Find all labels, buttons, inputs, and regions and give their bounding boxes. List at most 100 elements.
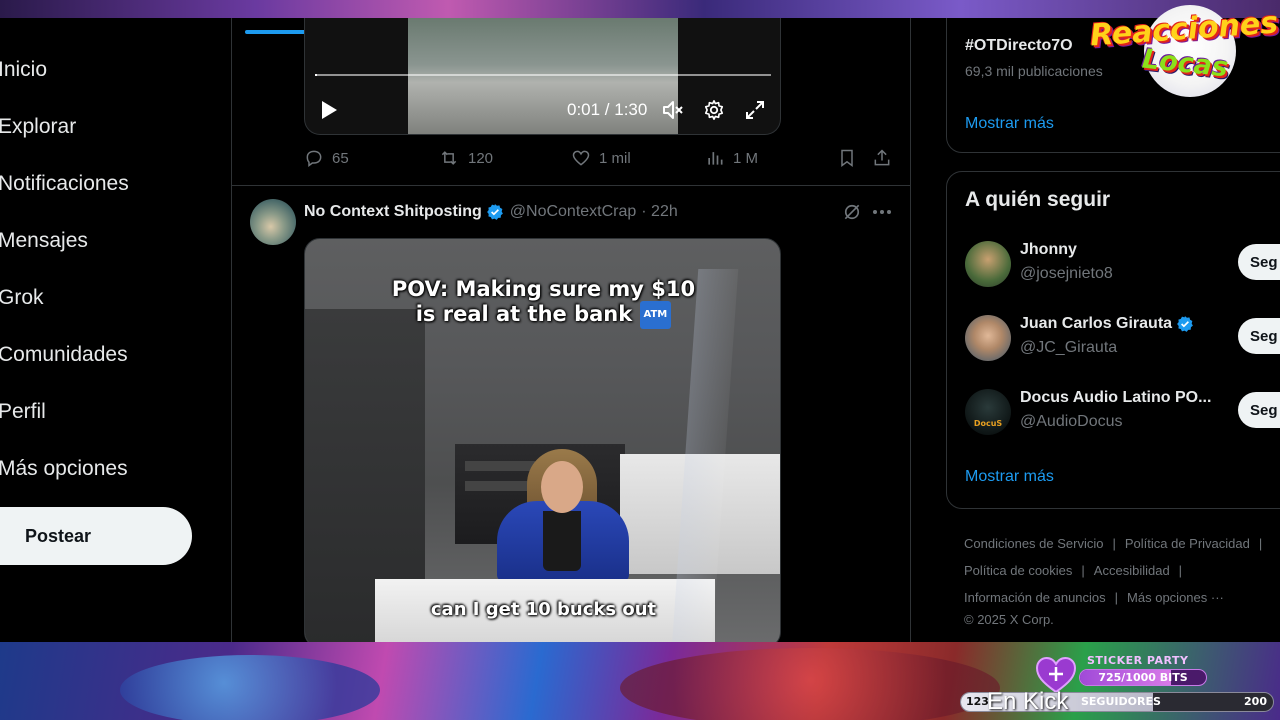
footer-link-privacy[interactable]: Política de Privacidad <box>1125 536 1250 551</box>
footer-links: Condiciones de Servicio | Política de Priv… <box>964 530 1280 629</box>
video-caption-top: POV: Making sure my $10 is real at the b… <box>305 277 780 329</box>
author-name[interactable]: No Context Shitposting <box>304 203 482 221</box>
follow-user-name[interactable]: Docus Audio Latino PO... <box>1020 389 1211 407</box>
caption-line-1: POV: Making sure my $10 <box>391 277 696 301</box>
follow-button[interactable]: Seg <box>1238 244 1280 280</box>
followers-goal: 200 <box>1244 695 1267 708</box>
kick-overlay-text: En Kick <box>987 688 1069 715</box>
avatar[interactable] <box>965 241 1011 287</box>
follow-show-more-link[interactable]: Mostrar más <box>965 468 1054 486</box>
more-options-icon[interactable] <box>871 201 893 223</box>
nav-item-grok[interactable]: Grok <box>0 286 44 310</box>
grok-icon[interactable] <box>841 201 863 223</box>
views-button[interactable]: 1 M <box>705 148 758 168</box>
repost-icon <box>441 151 457 165</box>
avatar[interactable] <box>250 199 296 245</box>
tweet-video[interactable]: POV: Making sure my $10 is real at the b… <box>304 238 781 642</box>
footer-link-terms[interactable]: Condiciones de Servicio <box>964 536 1103 551</box>
avatar[interactable] <box>965 315 1011 361</box>
who-to-follow-card: A quién seguir Jhonny @josejnieto8 Seg J… <box>946 171 1280 509</box>
reply-count: 65 <box>332 149 349 167</box>
atm-emoji-icon: ATM <box>639 301 672 329</box>
nav-item-explorar[interactable]: Explorar <box>0 115 76 139</box>
follow-user-name[interactable]: Jhonny <box>1020 241 1077 259</box>
fullscreen-icon[interactable] <box>743 98 767 122</box>
follow-suggestion[interactable]: DocuS Docus Audio Latino PO... @AudioDoc… <box>965 387 1280 437</box>
tweet-divider <box>232 185 911 186</box>
stream-overlay-art <box>120 655 380 720</box>
footer-separator: | <box>1081 563 1085 578</box>
nav-item-comunidades[interactable]: Comunidades <box>0 343 128 367</box>
video-scene-person-shirt <box>543 511 581 571</box>
tweet-video-player[interactable]: 0:01 / 1:30 <box>304 18 781 135</box>
video-scene-drawer <box>465 481 535 491</box>
share-button[interactable] <box>872 148 892 168</box>
tweet-timestamp[interactable]: · 22h <box>641 203 677 221</box>
like-button[interactable]: 1 mil <box>571 148 631 168</box>
caption-line-2-text: is real at the bank <box>415 302 633 326</box>
trend-name[interactable]: #OTDirecto7O <box>965 37 1073 55</box>
who-to-follow-title: A quién seguir <box>965 188 1111 211</box>
timeline: 0:01 / 1:30 65 120 1 mil 1 M No Context … <box>232 18 911 642</box>
stream-overlay-art <box>620 648 1000 720</box>
nav-item-mensajes[interactable]: Mensajes <box>0 229 88 253</box>
post-button[interactable]: Postear <box>0 507 192 565</box>
trend-post-count: 69,3 mil publicaciones <box>965 63 1103 79</box>
nav-item-inicio[interactable]: Inicio <box>0 58 47 82</box>
mute-icon[interactable] <box>661 98 685 122</box>
bookmark-button[interactable] <box>837 148 857 168</box>
trends-show-more-link[interactable]: Mostrar más <box>965 115 1054 133</box>
views-chart-icon <box>708 152 723 165</box>
bookmark-icon <box>841 149 853 167</box>
settings-gear-icon[interactable] <box>702 98 726 122</box>
follow-button[interactable]: Seg <box>1238 318 1280 354</box>
right-sidebar: #OTDirecto7O 69,3 mil publicaciones Most… <box>946 18 1280 642</box>
sticker-progress-bar: 725/1000 BITS <box>1079 669 1207 686</box>
follow-suggestion[interactable]: Juan Carlos Girauta @JC_Girauta Seg <box>965 313 1280 363</box>
share-icon <box>874 149 890 166</box>
nav-item-perfil[interactable]: Perfil <box>0 400 46 424</box>
avatar-logo-text: DocuS <box>973 419 1003 428</box>
follow-user-handle: @AudioDocus <box>1020 413 1123 430</box>
nav-item-mas-opciones[interactable]: Más opciones <box>0 457 128 481</box>
repost-button[interactable]: 120 <box>438 148 493 168</box>
video-caption-bottom: can I get 10 bucks out <box>430 599 657 620</box>
caption-line-2: is real at the bank ATM <box>305 301 780 329</box>
footer-separator: | <box>1112 536 1116 551</box>
repost-count: 120 <box>468 149 494 167</box>
footer-link-ads-info[interactable]: Información de anuncios <box>964 590 1106 605</box>
tweet-actions: 65 120 1 mil 1 M <box>304 148 904 172</box>
nav-item-notificaciones[interactable]: Notificaciones <box>0 172 129 196</box>
left-navigation: Inicio Explorar Notificaciones Mensajes … <box>0 18 232 642</box>
footer-separator: | <box>1178 563 1183 578</box>
channel-logo: Reacciones Locas <box>1089 2 1280 100</box>
avatar[interactable]: DocuS <box>965 389 1011 435</box>
tweet-header: No Context Shitposting @NoContextCrap · … <box>304 201 678 223</box>
follow-user-name-row[interactable]: Juan Carlos Girauta <box>1020 315 1194 333</box>
video-scene-drawer <box>465 461 535 471</box>
verified-badge-icon <box>1177 316 1193 332</box>
video-progress-bar[interactable] <box>315 74 771 76</box>
views-count: 1 M <box>733 149 759 167</box>
play-icon[interactable] <box>317 98 341 122</box>
author-handle[interactable]: @NoContextCrap <box>510 203 637 221</box>
follow-user-name: Juan Carlos Girauta <box>1020 315 1173 332</box>
reply-button[interactable]: 65 <box>304 148 349 168</box>
like-count: 1 mil <box>599 149 631 167</box>
active-tab-indicator <box>245 30 309 34</box>
reply-icon <box>306 150 322 167</box>
footer-link-accessibility[interactable]: Accesibilidad <box>1094 563 1170 578</box>
followers-label: SEGUIDORES <box>1081 695 1161 708</box>
sticker-progress-text: 725/1000 BITS <box>1098 671 1188 684</box>
follow-user-handle: @josejnieto8 <box>1020 265 1113 282</box>
x-app-window: Inicio Explorar Notificaciones Mensajes … <box>0 18 1280 642</box>
follow-suggestion[interactable]: Jhonny @josejnieto8 Seg <box>965 239 1280 289</box>
follow-button[interactable]: Seg <box>1238 392 1280 428</box>
footer-link-more[interactable]: Más opciones ··· <box>1127 590 1224 605</box>
stream-overlay-top-band <box>0 0 1280 18</box>
footer-link-cookies[interactable]: Política de cookies <box>964 563 1072 578</box>
follow-user-handle: @JC_Girauta <box>1020 339 1118 356</box>
heart-icon <box>572 150 590 166</box>
logo-text-line1: Reacciones <box>1089 5 1280 54</box>
video-scene-person-face <box>541 461 583 513</box>
